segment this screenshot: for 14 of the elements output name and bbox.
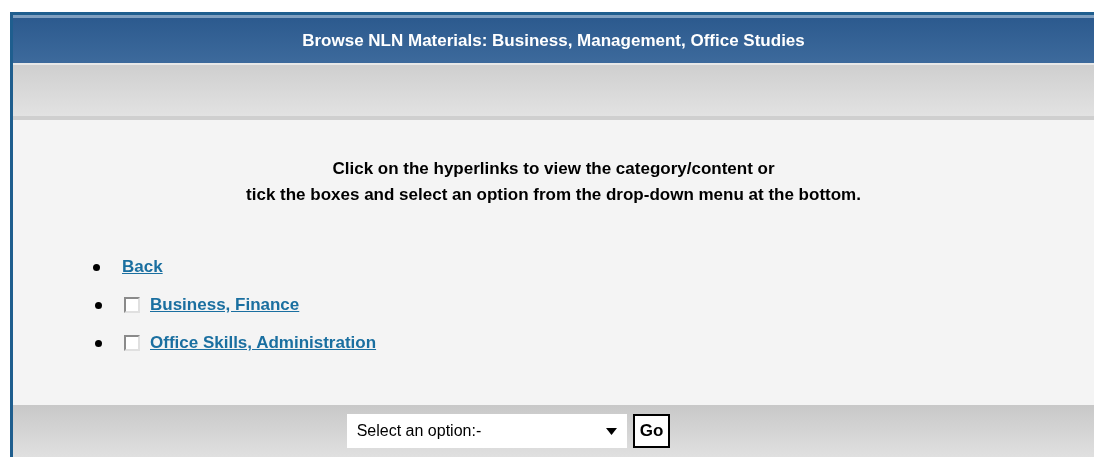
- go-button[interactable]: Go: [632, 414, 671, 448]
- checkbox[interactable]: [124, 297, 140, 313]
- bullet-icon: [95, 301, 102, 309]
- instruction-text: Click on the hyperlinks to view the category/content or: [331, 158, 776, 180]
- bullet-icon: [95, 339, 102, 347]
- page-title: Browse NLN Materials: Business, Management, Office Studies: [13, 15, 1094, 65]
- category-link[interactable]: Business, Finance: [150, 295, 300, 315]
- option-dropdown[interactable]: Select an option:-: [346, 414, 627, 448]
- checkbox[interactable]: [124, 335, 140, 351]
- dropdown-caret-icon: [605, 427, 617, 435]
- bullet-icon: [93, 263, 100, 271]
- category-link[interactable]: Office Skills, Administration: [150, 333, 377, 353]
- category-link[interactable]: Back: [122, 257, 163, 277]
- instruction-text: tick the boxes and select an option from the drop-down menu at the bottom.: [245, 184, 862, 206]
